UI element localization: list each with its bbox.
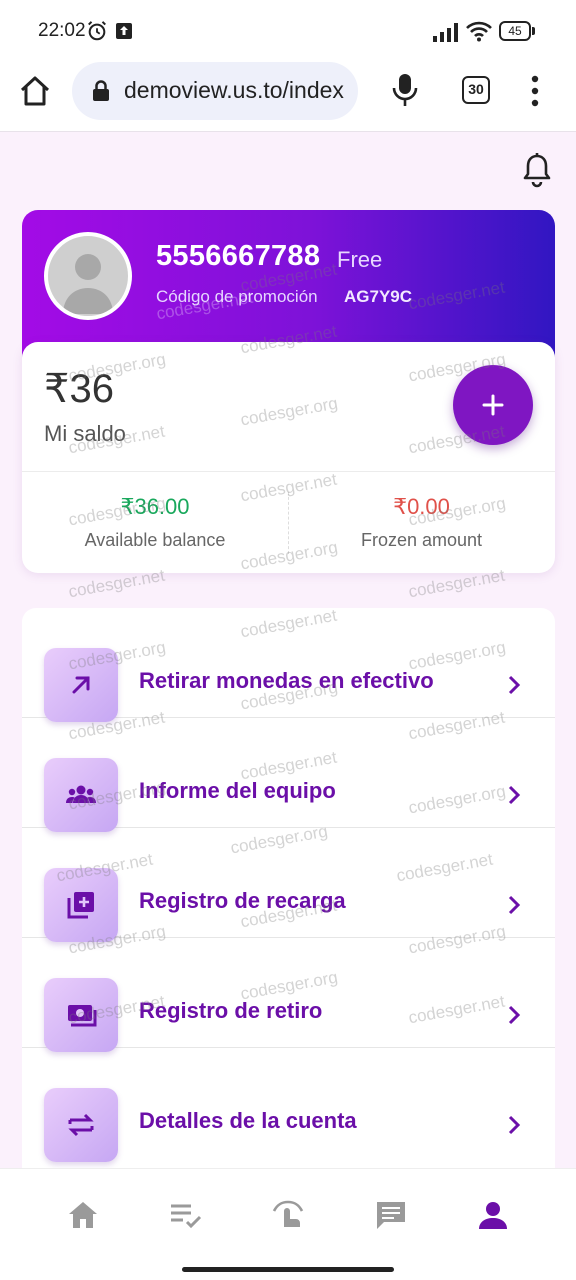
frozen-amount-label: Frozen amount (360, 530, 483, 550)
menu-item-label: Registro de retiro (139, 998, 323, 1023)
url-text: demoview.us.to/index (124, 77, 344, 103)
account-menu: Retirar monedas en efectivo Informe del … (22, 608, 555, 1208)
menu-item-withdrawal-record[interactable]: Registro de retiro (22, 938, 555, 1052)
arrow-up-right-icon (44, 648, 118, 722)
menu-item-account-details[interactable]: Detalles de la cuenta (22, 1048, 555, 1162)
chevron-right-icon (508, 785, 521, 805)
tasks-icon[interactable] (168, 1197, 204, 1233)
signal-icon (433, 23, 458, 42)
alarm-icon (88, 21, 106, 41)
cash-icon (44, 978, 118, 1052)
avatar[interactable] (44, 232, 132, 320)
divider (22, 471, 555, 472)
status-bar: 22:02 45 (0, 0, 576, 62)
add-box-icon (44, 868, 118, 942)
menu-item-withdraw-cash[interactable]: Retirar monedas en efectivo (22, 608, 555, 722)
plus-icon (482, 394, 504, 416)
frozen-amount-value: ₹0.00 (393, 494, 450, 519)
browser-toolbar: demoview.us.to/index 30 (0, 62, 576, 132)
person-icon[interactable] (475, 1197, 511, 1233)
address-bar[interactable]: demoview.us.to/index (72, 62, 358, 120)
promo-label: Código de promoción (156, 287, 318, 306)
gesture-bar (182, 1267, 394, 1272)
tabs-icon[interactable]: 30 (462, 76, 490, 104)
battery-level: 45 (499, 21, 531, 41)
menu-item-label: Detalles de la cuenta (139, 1108, 357, 1133)
bell-icon[interactable] (520, 152, 554, 188)
chevron-right-icon (508, 675, 521, 695)
home-icon[interactable] (65, 1197, 101, 1233)
microphone-icon[interactable] (390, 72, 420, 108)
touch-icon[interactable] (270, 1197, 306, 1233)
menu-item-recharge-record[interactable]: Registro de recarga (22, 828, 555, 942)
available-balance-label: Available balance (84, 530, 226, 550)
available-balance-value: ₹36.00 (120, 494, 190, 519)
lock-icon (93, 80, 109, 101)
chevron-right-icon (508, 1115, 521, 1135)
status-time: 22:02 (38, 20, 86, 41)
swap-icon (44, 1088, 118, 1162)
balance-amount: ₹36 (44, 367, 114, 411)
group-icon (44, 758, 118, 832)
battery-icon: 45 (499, 21, 535, 41)
plan-badge: Free (337, 247, 383, 272)
more-menu-icon[interactable] (528, 74, 542, 108)
menu-item-team-report[interactable]: Informe del equipo (22, 718, 555, 832)
chevron-right-icon (508, 895, 521, 915)
user-phone: 5556667788 (156, 240, 321, 272)
chat-icon[interactable] (373, 1197, 409, 1233)
menu-item-label: Retirar monedas en efectivo (139, 668, 434, 693)
home-icon[interactable] (18, 74, 52, 108)
chevron-right-icon (508, 1005, 521, 1025)
person-placeholder-icon (63, 254, 113, 314)
upload-icon (116, 23, 132, 39)
bottom-nav (0, 1168, 576, 1280)
wifi-icon (466, 21, 492, 42)
menu-item-label: Registro de recarga (139, 888, 346, 913)
balance-card: ₹36 Mi saldo ₹36.00 Available balance ₹0… (22, 342, 555, 573)
promo-code[interactable]: AG7Y9C (344, 287, 412, 307)
balance-label: Mi saldo (44, 421, 126, 446)
add-funds-button[interactable] (453, 365, 533, 445)
menu-item-label: Informe del equipo (139, 778, 336, 803)
